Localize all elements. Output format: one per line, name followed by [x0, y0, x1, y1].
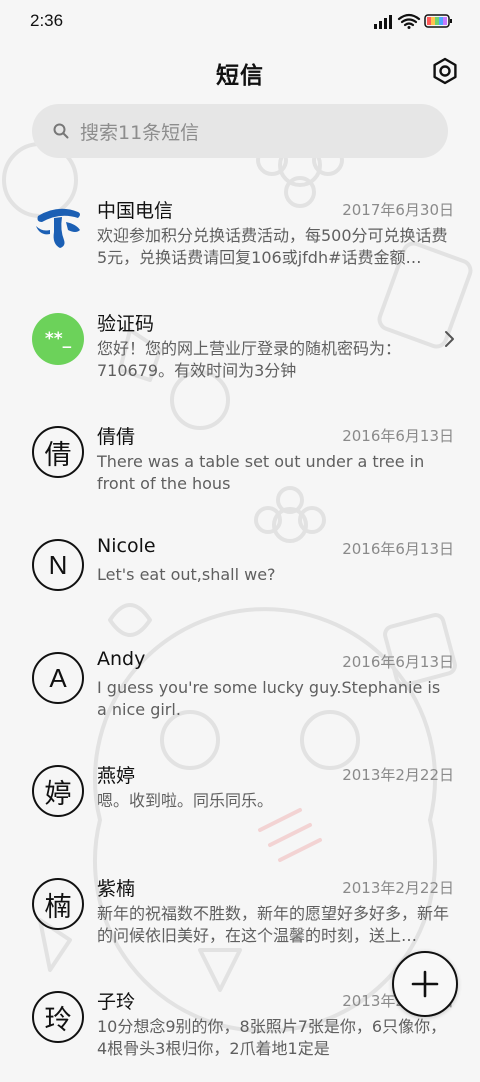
- status-time: 2:36: [30, 11, 64, 30]
- message-preview: 10分想念9别的你，8张照片7张是你，6只像你，4根骨头3根归你，2爪着地1定是: [97, 1017, 447, 1058]
- avatar: 倩: [32, 426, 84, 478]
- avatar: 玲: [32, 991, 84, 1043]
- contact-name: 燕婷: [97, 765, 136, 787]
- search-placeholder: 搜索11条短信: [80, 122, 200, 144]
- signal-icon: [374, 15, 392, 29]
- status-bar: 2:36: [0, 0, 480, 42]
- contact-name: 紫楠: [97, 878, 136, 900]
- battery-icon: [424, 14, 452, 28]
- new-message-button[interactable]: [392, 951, 458, 1017]
- message-date: 2017年6月30日: [342, 201, 454, 219]
- avatar: 楠: [32, 878, 84, 930]
- contact-name: 倩倩: [97, 426, 136, 448]
- wifi-icon: [397, 13, 421, 29]
- contact-name: 验证码: [97, 313, 155, 335]
- contact-name: 中国电信: [97, 200, 174, 222]
- message-preview: 欢迎参加积分兑换话费活动，每500分可兑换话费5元，兑换话费请回复106或jfd…: [97, 226, 448, 267]
- conversation-item[interactable]: 婷 燕婷 2013年2月22日 嗯。收到啦。同乐同乐。: [0, 743, 480, 856]
- avatar: [32, 200, 84, 252]
- search-bar[interactable]: 搜索11条短信: [32, 104, 448, 158]
- avatar: N: [32, 539, 84, 591]
- avatar: **_: [32, 313, 84, 365]
- chevron-right-icon: [445, 331, 454, 347]
- contact-name: 子玲: [97, 991, 136, 1013]
- conversation-item[interactable]: 倩 倩倩 2016年6月13日 There was a table set ou…: [0, 404, 480, 517]
- message-date: 2016年6月13日: [342, 653, 454, 671]
- conversation-list: 中国电信 2017年6月30日 欢迎参加积分兑换话费活动，每500分可兑换话费5…: [0, 178, 480, 1082]
- status-icons: [374, 13, 452, 29]
- message-preview: There was a table set out under a tree i…: [97, 452, 425, 493]
- message-date: 2013年2月22日: [342, 879, 454, 897]
- settings-icon[interactable]: [430, 56, 460, 86]
- page-title: 短信: [216, 63, 264, 89]
- message-preview: Let's eat out,shall we?: [97, 565, 276, 584]
- conversation-item[interactable]: 中国电信 2017年6月30日 欢迎参加积分兑换话费活动，每500分可兑换话费5…: [0, 178, 480, 291]
- plus-icon: [411, 970, 439, 998]
- conversation-item[interactable]: 楠 紫楠 2013年2月22日 新年的祝福数不胜数，新年的愿望好多好多，新年的问…: [0, 856, 480, 969]
- avatar: 婷: [32, 765, 84, 817]
- message-date: 2016年6月13日: [342, 540, 454, 558]
- china-telecom-logo: [36, 208, 80, 248]
- message-preview: 嗯。收到啦。同乐同乐。: [97, 791, 274, 810]
- message-preview: I guess you're some lucky guy.Stephanie …: [97, 678, 441, 719]
- conversation-item[interactable]: A Andy 2016年6月13日 I guess you're some lu…: [0, 630, 480, 743]
- avatar: A: [32, 652, 84, 704]
- contact-name: Andy: [97, 648, 146, 670]
- conversation-item[interactable]: **_ 验证码 您好！您的网上营业厅登录的随机密码为：710679。有效时间为3…: [0, 291, 480, 404]
- message-date: 2013年2月22日: [342, 766, 454, 784]
- header: 短信: [0, 42, 480, 98]
- conversation-item[interactable]: N Nicole 2016年6月13日 Let's eat out,shall …: [0, 517, 480, 630]
- message-preview: 新年的祝福数不胜数，新年的愿望好多好多，新年的问候依旧美好，在这个温馨的时刻，送…: [97, 904, 450, 945]
- message-date: 2016年6月13日: [342, 427, 454, 445]
- message-preview: 您好！您的网上营业厅登录的随机密码为：710679。有效时间为3分钟: [97, 339, 402, 380]
- contact-name: Nicole: [97, 535, 156, 557]
- search-icon: [53, 123, 69, 139]
